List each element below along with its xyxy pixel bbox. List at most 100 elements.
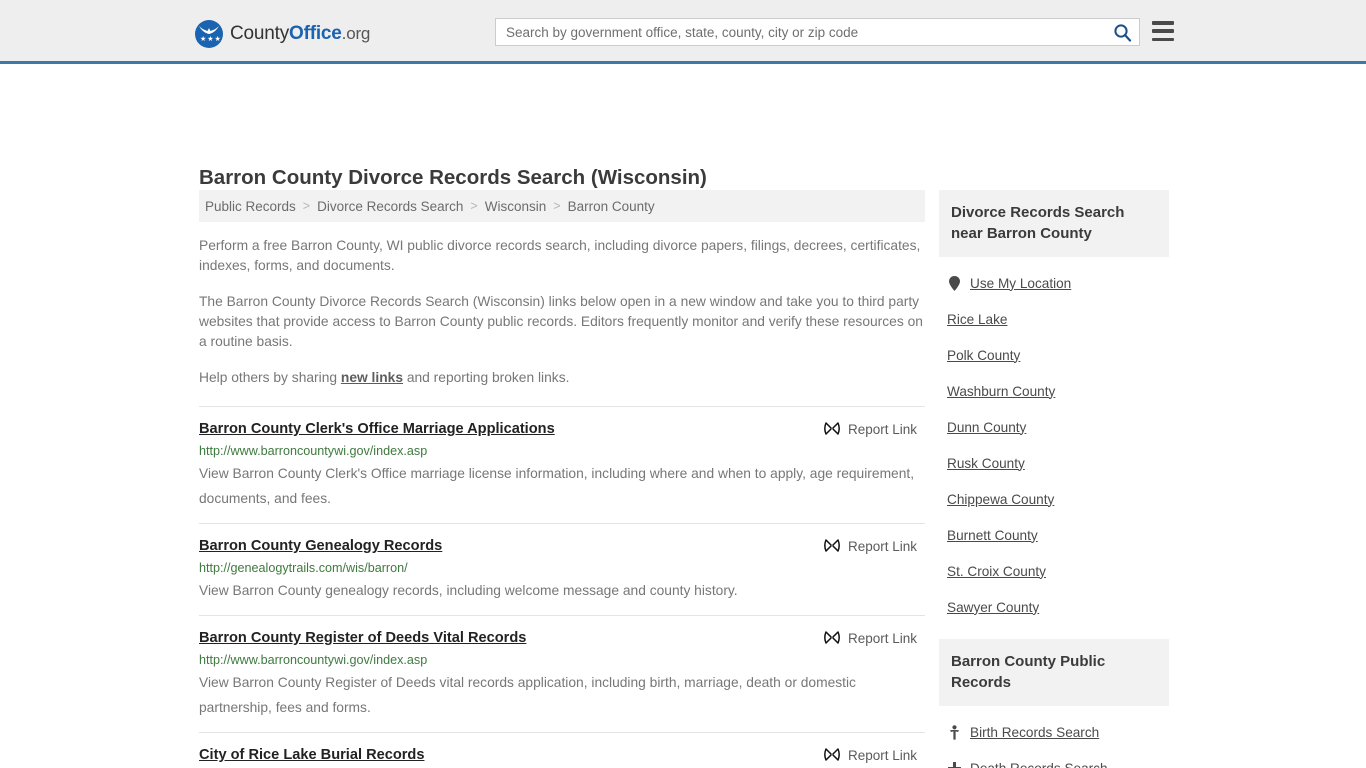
- sidebar-item-label: Washburn County: [947, 384, 1055, 399]
- intro-paragraph-1: Perform a free Barron County, WI public …: [199, 236, 925, 276]
- breadcrumb-separator: >: [303, 199, 310, 213]
- sidebar-heading-public-records: Barron County Public Records: [939, 639, 1169, 706]
- sidebar-item-use-my-location[interactable]: Use My Location: [939, 265, 1169, 301]
- logo-text: CountyOffice.org: [230, 23, 370, 45]
- breadcrumb-separator: >: [470, 199, 477, 213]
- sidebar-item-polk-county[interactable]: Polk County: [939, 337, 1169, 373]
- report-link-button[interactable]: Report Link: [824, 747, 925, 763]
- sidebar-item-rice-lake[interactable]: Rice Lake: [939, 301, 1169, 337]
- intro-paragraph-2: The Barron County Divorce Records Search…: [199, 292, 925, 352]
- search-input[interactable]: [496, 19, 1105, 45]
- intro-paragraph-3: Help others by sharing new links and rep…: [199, 368, 925, 388]
- intro-p3-before: Help others by sharing: [199, 370, 341, 385]
- result-title-link[interactable]: Barron County Clerk's Office Marriage Ap…: [199, 421, 555, 437]
- sidebar-public-records-list: Birth Records Search Death Records Searc…: [939, 706, 1169, 768]
- result-item: Barron County Genealogy Records Report L…: [199, 523, 925, 615]
- sidebar: Divorce Records Search near Barron Count…: [939, 190, 1169, 768]
- breadcrumb-item-divorce-records-search[interactable]: Divorce Records Search: [317, 199, 463, 214]
- report-link-label: Report Link: [848, 748, 917, 763]
- sidebar-item-dunn-county[interactable]: Dunn County: [939, 409, 1169, 445]
- hamburger-bar: [1152, 21, 1174, 25]
- sidebar-item-label: Sawyer County: [947, 600, 1039, 615]
- search-icon[interactable]: [1105, 19, 1139, 45]
- sidebar-item-label: Dunn County: [947, 420, 1026, 435]
- sidebar-item-label: Birth Records Search: [970, 725, 1099, 740]
- result-item: Barron County Register of Deeds Vital Re…: [199, 615, 925, 732]
- sidebar-item-label: St. Croix County: [947, 564, 1046, 579]
- sidebar-item-label: Death Records Search: [970, 761, 1108, 768]
- result-item: City of Rice Lake Burial Records Report …: [199, 732, 925, 768]
- intro-section: Perform a free Barron County, WI public …: [199, 222, 925, 388]
- sidebar-item-washburn-county[interactable]: Washburn County: [939, 373, 1169, 409]
- result-title-link[interactable]: Barron County Genealogy Records: [199, 538, 442, 554]
- result-header: Barron County Register of Deeds Vital Re…: [199, 630, 925, 646]
- sidebar-heading-nearby: Divorce Records Search near Barron Count…: [939, 190, 1169, 257]
- search-bar[interactable]: [495, 18, 1140, 46]
- baby-icon: [947, 725, 961, 740]
- breadcrumb-item-public-records[interactable]: Public Records: [205, 199, 296, 214]
- report-link-label: Report Link: [848, 539, 917, 554]
- sidebar-item-label: Rice Lake: [947, 312, 1007, 327]
- map-pin-icon: [947, 276, 961, 291]
- breadcrumb-item-barron-county[interactable]: Barron County: [568, 199, 655, 214]
- report-link-button[interactable]: Report Link: [824, 538, 925, 554]
- cross-icon: [947, 762, 961, 768]
- map-pin-glyph: [949, 276, 960, 291]
- result-header: City of Rice Lake Burial Records Report …: [199, 747, 925, 763]
- result-description: View Barron County Clerk's Office marria…: [199, 461, 925, 511]
- site-header: ★★★ CountyOffice.org: [0, 0, 1366, 64]
- hamburger-menu-icon[interactable]: [1152, 21, 1174, 41]
- sidebar-item-birth-records-search[interactable]: Birth Records Search: [939, 714, 1169, 750]
- intro-p3-after: and reporting broken links.: [403, 370, 569, 385]
- report-link-label: Report Link: [848, 422, 917, 437]
- hamburger-bar: [1152, 38, 1174, 42]
- result-item: Barron County Clerk's Office Marriage Ap…: [199, 406, 925, 523]
- broken-link-icon: [824, 747, 840, 763]
- result-url[interactable]: http://www.barroncountywi.gov/index.asp: [199, 653, 925, 667]
- logo-text-office: Office: [289, 23, 342, 44]
- main-content: Public Records > Divorce Records Search …: [199, 190, 925, 768]
- hamburger-bar: [1152, 29, 1174, 33]
- sidebar-item-chippewa-county[interactable]: Chippewa County: [939, 481, 1169, 517]
- breadcrumb: Public Records > Divorce Records Search …: [199, 190, 925, 222]
- sidebar-nearby-list: Use My Location Rice Lake Polk County Wa…: [939, 257, 1169, 625]
- broken-link-icon: [824, 538, 840, 554]
- sidebar-item-label: Burnett County: [947, 528, 1038, 543]
- logo-text-county: County: [230, 23, 289, 44]
- baby-glyph: [949, 725, 960, 740]
- sidebar-item-burnett-county[interactable]: Burnett County: [939, 517, 1169, 553]
- sidebar-item-rusk-county[interactable]: Rusk County: [939, 445, 1169, 481]
- logo-text-org: .org: [342, 24, 371, 43]
- result-url[interactable]: http://genealogytrails.com/wis/barron/: [199, 561, 925, 575]
- sidebar-item-death-records-search[interactable]: Death Records Search: [939, 750, 1169, 768]
- sidebar-item-sawyer-county[interactable]: Sawyer County: [939, 589, 1169, 625]
- sidebar-public-records-section: Barron County Public Records Birth Recor…: [939, 639, 1169, 768]
- search-glyph: [1113, 23, 1132, 42]
- result-header: Barron County Clerk's Office Marriage Ap…: [199, 421, 925, 437]
- site-logo[interactable]: ★★★ CountyOffice.org: [195, 20, 370, 48]
- breadcrumb-separator: >: [553, 199, 560, 213]
- sidebar-item-label: Polk County: [947, 348, 1020, 363]
- sidebar-item-label: Rusk County: [947, 456, 1025, 471]
- report-link-label: Report Link: [848, 631, 917, 646]
- report-link-button[interactable]: Report Link: [824, 630, 925, 646]
- cross-glyph: [948, 762, 961, 768]
- stars-glyph: ★★★: [200, 36, 218, 44]
- result-description: View Barron County Register of Deeds vit…: [199, 670, 925, 720]
- eagle-emblem-icon: ★★★: [195, 20, 223, 48]
- sidebar-item-st-croix-county[interactable]: St. Croix County: [939, 553, 1169, 589]
- page-body: Barron County Divorce Records Search (Wi…: [0, 64, 1366, 86]
- result-title-link[interactable]: City of Rice Lake Burial Records: [199, 747, 424, 763]
- report-link-button[interactable]: Report Link: [824, 421, 925, 437]
- result-description: View Barron County genealogy records, in…: [199, 578, 925, 603]
- sidebar-item-label: Use My Location: [970, 276, 1071, 291]
- eagle-wing-shape: [199, 26, 219, 35]
- result-title-link[interactable]: Barron County Register of Deeds Vital Re…: [199, 630, 526, 646]
- breadcrumb-item-wisconsin[interactable]: Wisconsin: [485, 199, 547, 214]
- new-links-link[interactable]: new links: [341, 370, 403, 385]
- broken-link-icon: [824, 421, 840, 437]
- broken-link-icon: [824, 630, 840, 646]
- page-title: Barron County Divorce Records Search (Wi…: [199, 166, 707, 190]
- result-header: Barron County Genealogy Records Report L…: [199, 538, 925, 554]
- result-url[interactable]: http://www.barroncountywi.gov/index.asp: [199, 444, 925, 458]
